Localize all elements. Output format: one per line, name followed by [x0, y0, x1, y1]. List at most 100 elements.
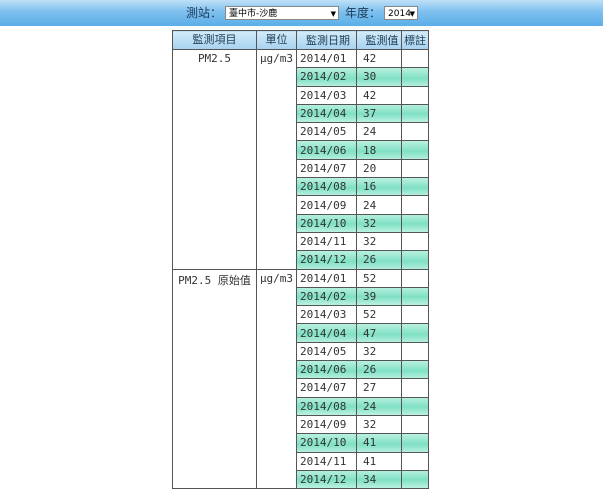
- date-cell: 2014/04: [296, 103, 357, 124]
- dropdown-arrow-icon: ▼: [409, 9, 416, 18]
- note-cell: [401, 268, 429, 288]
- unit-cell: μg/m3: [256, 268, 297, 490]
- value-cell: 24: [356, 396, 402, 416]
- year-select-value: 2014: [388, 8, 411, 19]
- date-cell: 2014/02: [296, 67, 357, 87]
- date-cell: 2014/01: [296, 268, 357, 288]
- date-cell: 2014/07: [296, 378, 357, 398]
- date-cell: 2014/09: [296, 414, 357, 435]
- date-cell: 2014/04: [296, 323, 357, 343]
- note-cell: [401, 360, 429, 380]
- date-cell: 2014/02: [296, 286, 357, 307]
- date-cell: 2014/12: [296, 469, 357, 490]
- station-select[interactable]: 臺中市-沙鹿 ▼: [225, 5, 340, 20]
- item-name: PM2.5: [197, 52, 232, 65]
- date-cell: 2014/05: [296, 122, 357, 142]
- value-cell: 41: [356, 433, 402, 453]
- unit-text: μg/m3: [259, 52, 294, 65]
- note-cell: [401, 103, 429, 124]
- note-cell: [401, 341, 429, 362]
- item-cell: PM2.5: [172, 49, 257, 270]
- item-name: PM2.5 原始值: [178, 273, 251, 287]
- table-header-row: 監測項目 單位 監測日期 監測值 標註: [172, 30, 429, 50]
- note-cell: [401, 451, 429, 471]
- note-cell: [401, 433, 429, 453]
- note-cell: [401, 213, 429, 233]
- date-cell: 2014/10: [296, 433, 357, 453]
- value-cell: 52: [356, 305, 402, 325]
- note-cell: [401, 195, 429, 215]
- dropdown-arrow-icon: ▼: [330, 9, 337, 18]
- value-cell: 24: [356, 195, 402, 215]
- note-cell: [401, 469, 429, 490]
- note-cell: [401, 231, 429, 252]
- year-label: 年度：: [345, 6, 382, 20]
- value-cell: 18: [356, 140, 402, 160]
- value-cell: 32: [356, 341, 402, 362]
- header-date: 監測日期: [296, 30, 357, 50]
- value-cell: 27: [356, 378, 402, 398]
- top-filter-bar: 測站： 臺中市-沙鹿 ▼ 年度： 2014 ▼: [0, 0, 603, 26]
- date-cell: 2014/07: [296, 158, 357, 179]
- value-cell: 26: [356, 250, 402, 270]
- value-cell: 37: [356, 103, 402, 124]
- date-cell: 2014/01: [296, 48, 357, 69]
- note-cell: [401, 158, 429, 179]
- station-select-value: 臺中市-沙鹿: [229, 8, 278, 19]
- note-cell: [401, 140, 429, 160]
- header-value: 監測值: [356, 30, 402, 50]
- year-select[interactable]: 2014 ▼: [384, 5, 419, 20]
- note-cell: [401, 67, 429, 87]
- value-cell: 30: [356, 67, 402, 87]
- value-cell: 20: [356, 158, 402, 179]
- table-row: PM2.5 μg/m3 2014/01 42: [172, 48, 429, 270]
- unit-cell: μg/m3: [256, 49, 297, 270]
- value-cell: 52: [356, 268, 402, 288]
- monitoring-table: 監測項目 單位 監測日期 監測值 標註 PM2.5 μg/m3 2014/01 42 2…: [172, 30, 429, 490]
- note-cell: [401, 414, 429, 435]
- date-cell: 2014/03: [296, 85, 357, 105]
- note-cell: [401, 323, 429, 343]
- date-cell: 2014/08: [296, 177, 357, 197]
- note-cell: [401, 250, 429, 270]
- note-cell: [401, 85, 429, 105]
- unit-text: μg/m3: [259, 271, 294, 285]
- header-note: 標註: [401, 30, 429, 50]
- value-cell: 39: [356, 286, 402, 307]
- date-cell: 2014/08: [296, 396, 357, 416]
- note-cell: [401, 378, 429, 398]
- note-cell: [401, 48, 429, 69]
- date-cell: 2014/05: [296, 341, 357, 362]
- table-body: PM2.5 μg/m3 2014/01 42 2014/02 30 2014/03 42 201…: [172, 48, 429, 490]
- date-cell: 2014/03: [296, 305, 357, 325]
- item-cell: PM2.5 原始值: [172, 268, 257, 490]
- header-unit: 單位: [256, 30, 297, 50]
- date-cell: 2014/06: [296, 140, 357, 160]
- note-cell: [401, 177, 429, 197]
- date-cell: 2014/11: [296, 231, 357, 252]
- value-cell: 34: [356, 469, 402, 490]
- value-cell: 42: [356, 48, 402, 69]
- note-cell: [401, 122, 429, 142]
- date-cell: 2014/10: [296, 213, 357, 233]
- value-cell: 42: [356, 85, 402, 105]
- table-row: PM2.5 原始值 μg/m3 2014/01 52: [172, 268, 429, 490]
- value-cell: 24: [356, 122, 402, 142]
- date-cell: 2014/06: [296, 360, 357, 380]
- date-cell: 2014/11: [296, 451, 357, 471]
- station-label: 測站：: [186, 6, 223, 20]
- date-cell: 2014/12: [296, 250, 357, 270]
- note-cell: [401, 305, 429, 325]
- note-cell: [401, 286, 429, 307]
- value-cell: 26: [356, 360, 402, 380]
- value-cell: 47: [356, 323, 402, 343]
- value-cell: 16: [356, 177, 402, 197]
- value-cell: 32: [356, 231, 402, 252]
- filter-controls: 測站： 臺中市-沙鹿 ▼ 年度： 2014 ▼: [186, 4, 419, 21]
- value-cell: 41: [356, 451, 402, 471]
- note-cell: [401, 396, 429, 416]
- date-cell: 2014/09: [296, 195, 357, 215]
- value-cell: 32: [356, 414, 402, 435]
- header-item: 監測項目: [172, 30, 257, 50]
- value-cell: 32: [356, 213, 402, 233]
